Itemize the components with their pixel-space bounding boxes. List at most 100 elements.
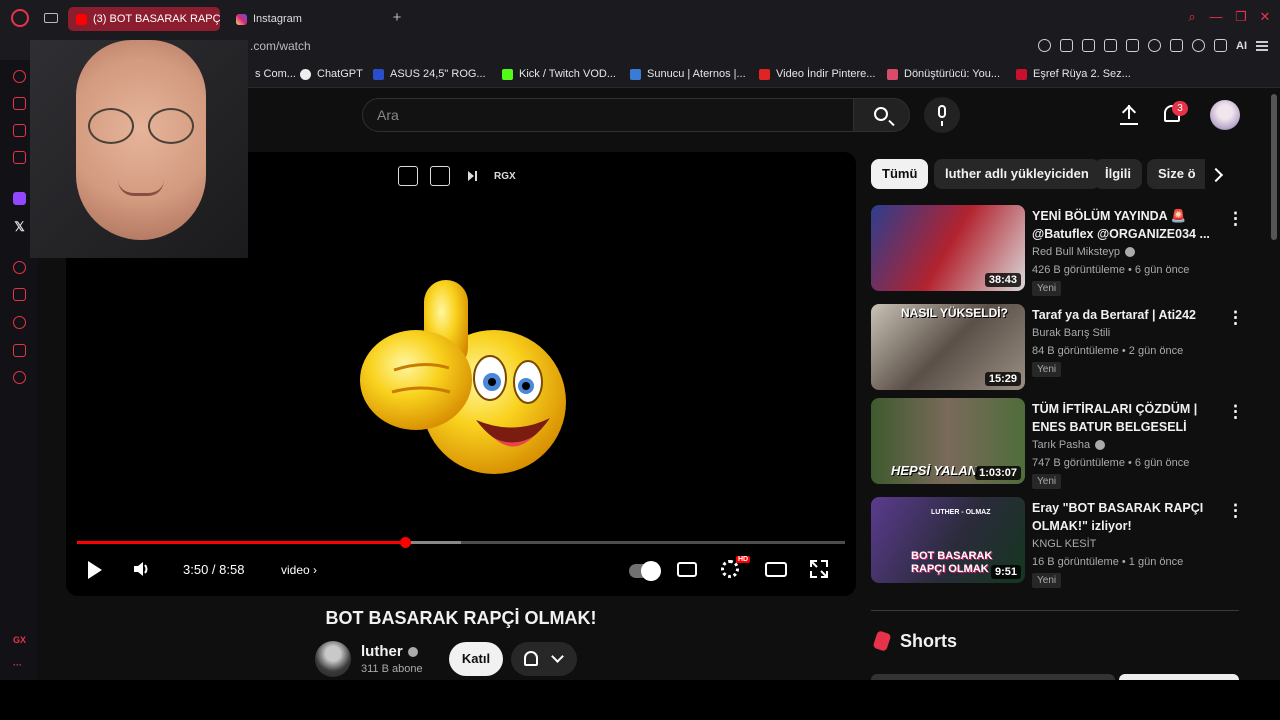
- news-icon[interactable]: [13, 124, 26, 137]
- history-icon[interactable]: [13, 316, 26, 329]
- bookmark-item[interactable]: Video İndir Pintere...: [759, 68, 875, 80]
- aternos-icon: [630, 68, 641, 80]
- tab-islands-icon[interactable]: [44, 13, 58, 23]
- thumbnail-text: LUTHER - OLMAZ: [931, 509, 991, 516]
- related-channel-name[interactable]: Tarık Pasha: [1032, 439, 1106, 451]
- related-channel-name[interactable]: KNGL KESİT: [1032, 538, 1096, 550]
- opera-logo-icon[interactable]: [11, 9, 29, 27]
- heart-icon[interactable]: [1148, 39, 1161, 52]
- thumbs-up-emoji-image: [360, 280, 566, 474]
- scrubber-handle[interactable]: [399, 537, 411, 548]
- chapter-button[interactable]: video ›: [281, 563, 317, 577]
- search-input[interactable]: [377, 107, 837, 123]
- minimize-icon[interactable]: —: [1208, 9, 1224, 25]
- volume-icon: [134, 562, 148, 576]
- more-options-icon[interactable]: [1227, 209, 1244, 229]
- chip-for-you[interactable]: Size ö: [1147, 159, 1205, 189]
- zoom-icon[interactable]: [1038, 39, 1051, 52]
- join-button[interactable]: Katıl: [449, 642, 503, 676]
- chatgpt-icon: [300, 68, 311, 80]
- more-options-icon[interactable]: [1227, 501, 1244, 521]
- related-video-item[interactable]: 38:43 YENİ BÖLÜM YAYINDA 🚨 @Batuflex @OR…: [871, 205, 1244, 296]
- send-icon[interactable]: [1126, 39, 1139, 52]
- bookmark-item[interactable]: Sunucu | Aternos |...: [630, 68, 746, 80]
- download-icon[interactable]: [1214, 39, 1227, 52]
- theater-mode-button[interactable]: [765, 562, 787, 577]
- voice-search-button[interactable]: [924, 97, 960, 133]
- bookmark-item[interactable]: Kick / Twitch VOD...: [502, 68, 616, 80]
- bookmark-item[interactable]: Eşref Rüya 2. Sez...: [1016, 68, 1131, 80]
- player-icon[interactable]: [13, 261, 26, 274]
- fullscreen-button[interactable]: [810, 560, 828, 583]
- subscription-bell-button[interactable]: [511, 642, 577, 676]
- volume-button[interactable]: [132, 560, 150, 583]
- converter-icon: [887, 68, 898, 80]
- adblock-shield-icon[interactable]: [1104, 39, 1117, 52]
- extensions-icon[interactable]: [1170, 39, 1183, 52]
- settings-button[interactable]: HD: [721, 556, 751, 578]
- video-thumbnail[interactable]: LUTHER - OLMAZ BOT BASARAK RAPÇI OLMAK 9…: [871, 497, 1025, 583]
- related-video-title[interactable]: TÜM İFTİRALARI ÇÖZDÜM | ENES BATUR BELGE…: [1032, 400, 1210, 436]
- speed-dial-icon[interactable]: [13, 70, 26, 83]
- progress-bar[interactable]: [77, 537, 845, 548]
- related-video-item[interactable]: NASIL YÜKSELDİ? 15:29 Taraf ya da Bertar…: [871, 304, 1244, 394]
- profile-icon[interactable]: [1192, 39, 1205, 52]
- play-button[interactable]: [88, 561, 102, 579]
- chip-all[interactable]: Tümü: [871, 159, 929, 189]
- video-thumbnail[interactable]: HEPSİ YALAN 1:03:07: [871, 398, 1025, 484]
- extensions-sidebar-icon[interactable]: [13, 344, 26, 357]
- related-video-item[interactable]: HEPSİ YALAN 1:03:07 TÜM İFTİRALARI ÇÖZDÜ…: [871, 398, 1244, 489]
- related-video-title[interactable]: Eray "BOT BASARAK RAPÇI OLMAK!" izliyor!: [1032, 499, 1210, 535]
- next-frame-icon[interactable]: [462, 166, 482, 186]
- search-tabs-icon[interactable]: ⌕: [1184, 9, 1200, 25]
- bookmark-item[interactable]: s Com...: [255, 68, 296, 80]
- easy-setup-menu-icon[interactable]: [1256, 40, 1268, 51]
- tab-instagram[interactable]: Instagram: [228, 7, 378, 31]
- popout-video-icon[interactable]: [398, 166, 418, 186]
- close-window-icon[interactable]: ✕: [1257, 9, 1273, 25]
- snapshot-icon[interactable]: [1082, 39, 1095, 52]
- account-avatar[interactable]: [1210, 100, 1240, 130]
- subtitles-button[interactable]: [677, 562, 697, 577]
- tab-youtube[interactable]: (3) BOT BASARAK RAPÇİ OLMAK! - YouTube: [68, 7, 220, 31]
- bookmark-item[interactable]: ASUS 24,5" ROG...: [373, 68, 486, 80]
- exit-icon[interactable]: [430, 166, 450, 186]
- autoplay-toggle[interactable]: [629, 561, 661, 581]
- related-video-item[interactable]: LUTHER - OLMAZ BOT BASARAK RAPÇI OLMAK 9…: [871, 497, 1244, 588]
- more-options-icon[interactable]: [1227, 402, 1244, 422]
- bookmark-item[interactable]: ChatGPT: [300, 68, 363, 80]
- related-video-title[interactable]: YENİ BÖLÜM YAYINDA 🚨 @Batuflex @ORGANIZE…: [1032, 207, 1210, 243]
- related-channel-name[interactable]: Red Bull Miksteyp: [1032, 246, 1136, 258]
- page-scrollbar[interactable]: [1271, 94, 1277, 240]
- video-thumbnail[interactable]: NASIL YÜKSELDİ? 15:29: [871, 304, 1025, 390]
- chevron-right-icon[interactable]: [1206, 162, 1230, 186]
- aria-ai-button[interactable]: AI: [1236, 40, 1247, 52]
- create-upload-icon[interactable]: [1118, 103, 1140, 127]
- twitch-icon[interactable]: [13, 192, 26, 205]
- verified-icon: [1095, 440, 1106, 451]
- video-thumbnail[interactable]: 38:43: [871, 205, 1025, 291]
- more-icon[interactable]: ···: [13, 660, 22, 670]
- messenger-icon[interactable]: [13, 151, 26, 164]
- settings-gear-icon[interactable]: [13, 371, 26, 384]
- more-options-icon[interactable]: [1227, 308, 1244, 328]
- asus-icon: [373, 68, 384, 80]
- chip-related[interactable]: İlgili: [1094, 159, 1142, 189]
- chip-from-uploader[interactable]: luther adlı yükleyiciden: [934, 159, 1100, 189]
- kick-icon: [502, 68, 513, 80]
- pin-icon[interactable]: [1060, 39, 1073, 52]
- related-channel-name[interactable]: Burak Barış Stili: [1032, 327, 1110, 339]
- rgx-label[interactable]: RGX: [494, 171, 516, 182]
- channel-name[interactable]: luther: [361, 643, 418, 660]
- new-tab-plus-icon[interactable]: +: [390, 10, 404, 26]
- related-video-title[interactable]: Taraf ya da Bertaraf | Ati242: [1032, 306, 1210, 324]
- gx-corner-icon[interactable]: [13, 97, 26, 110]
- maximize-icon[interactable]: ❐: [1233, 9, 1249, 25]
- x-twitter-icon[interactable]: 𝕏: [13, 220, 26, 233]
- instagram-favicon-icon: [236, 13, 247, 25]
- bookmark-item[interactable]: Dönüştürücü: You...: [887, 68, 1000, 80]
- url-text[interactable]: .com/watch: [250, 39, 311, 53]
- search-button[interactable]: [853, 98, 910, 132]
- channel-avatar[interactable]: [315, 641, 351, 677]
- pinboard-icon[interactable]: [13, 288, 26, 301]
